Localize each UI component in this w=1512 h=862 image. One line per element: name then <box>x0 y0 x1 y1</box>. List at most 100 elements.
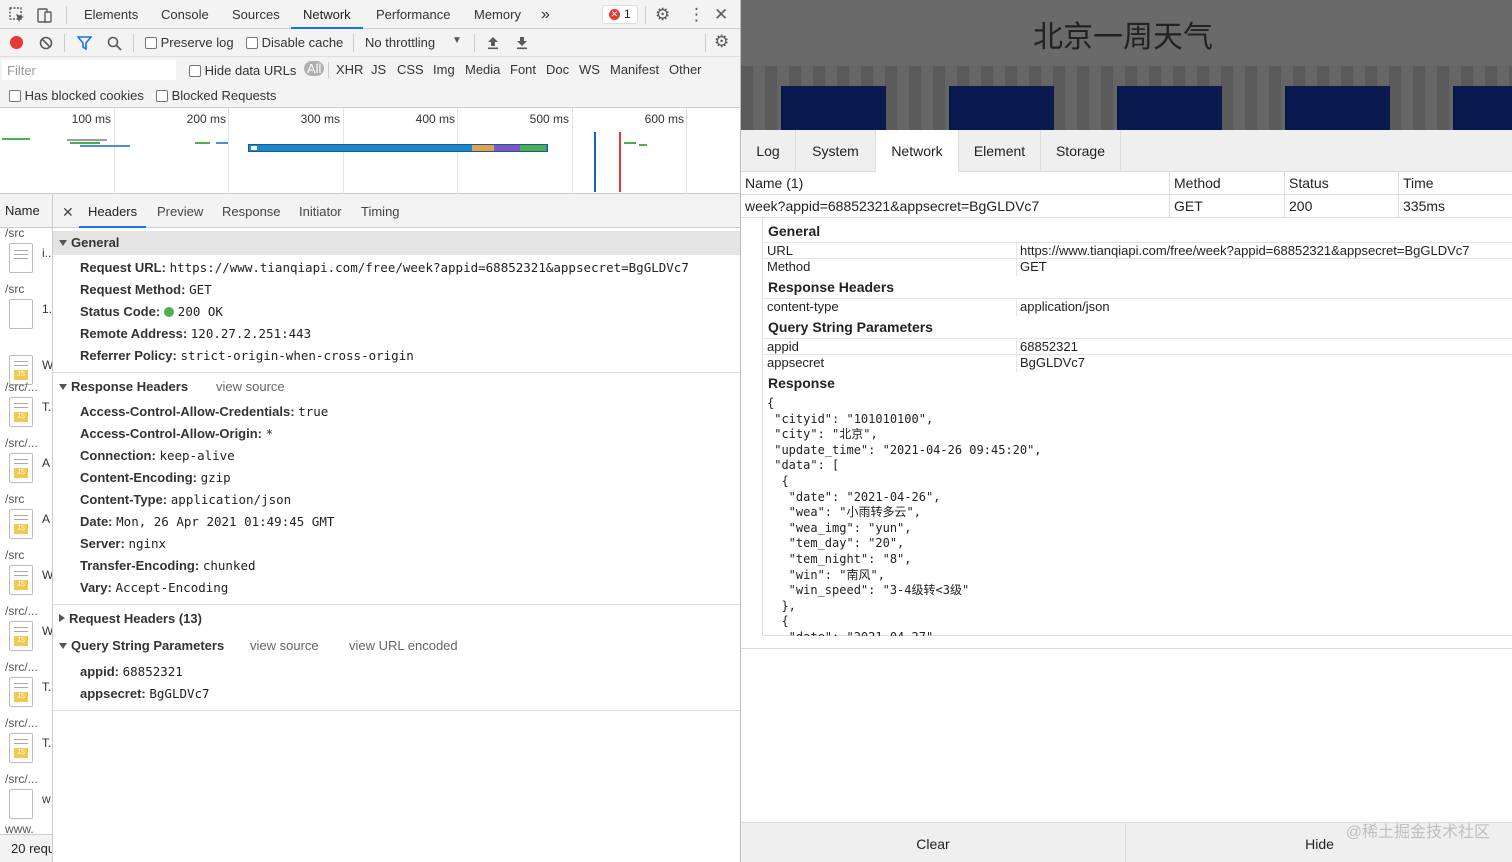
inspect-element-icon[interactable] <box>8 6 26 24</box>
view-source-link[interactable]: view source <box>216 375 285 399</box>
tab-initiator[interactable]: Initiator <box>299 194 342 228</box>
has-blocked-cookies-checkbox[interactable]: Has blocked cookies <box>9 88 144 103</box>
tab-elements[interactable]: Elements <box>84 0 138 29</box>
request-row[interactable]: /src JS A <box>0 492 52 548</box>
tab-sources[interactable]: Sources <box>232 0 280 29</box>
filter-type-other[interactable]: Other <box>669 62 702 77</box>
tab-network[interactable]: Network <box>291 0 363 29</box>
request-headers-section-header[interactable]: Request Headers (13) <box>53 607 740 631</box>
request-row[interactable]: /src/... w <box>0 772 52 828</box>
request-name: T. <box>42 680 52 694</box>
weather-day-card[interactable] <box>781 86 886 130</box>
general-section-header[interactable]: General <box>53 231 740 255</box>
filter-type-img[interactable]: Img <box>433 62 455 77</box>
vconsole-tab-system[interactable]: System <box>796 130 876 172</box>
filter-type-doc[interactable]: Doc <box>546 62 569 77</box>
response-section-title: Response <box>768 375 835 391</box>
filter-type-css[interactable]: CSS <box>397 62 424 77</box>
search-icon[interactable] <box>107 36 122 54</box>
detail-value: https://www.tianqiapi.com/free/week?appi… <box>1020 243 1470 258</box>
filter-type-font[interactable]: Font <box>510 62 536 77</box>
more-options-icon[interactable]: ⋮ <box>688 6 706 24</box>
js-file-icon: JS <box>9 565 33 595</box>
js-file-icon: JS <box>9 733 33 763</box>
blocked-requests-checkbox[interactable]: Blocked Requests <box>156 88 276 103</box>
tab-console[interactable]: Console <box>161 0 209 29</box>
detail-value: 68852321 <box>1020 339 1078 354</box>
request-row[interactable]: /src/... JS A <box>0 436 52 492</box>
expanded-triangle-icon <box>59 384 67 390</box>
filter-icon[interactable] <box>76 36 93 53</box>
response-header-row: Vary: Accept-Encoding <box>80 580 228 595</box>
column-header-name: Name (1) <box>745 175 804 191</box>
request-row[interactable]: /src i... <box>0 226 52 282</box>
js-file-icon: JS <box>9 509 33 539</box>
vconsole-tab-network[interactable]: Network <box>876 130 959 172</box>
weather-day-card[interactable] <box>1285 86 1390 130</box>
chevron-down-icon[interactable]: ▼ <box>452 35 462 46</box>
query-params-section-header[interactable]: Query String Parameters view source view U… <box>53 634 740 658</box>
close-devtools-icon[interactable]: ✕ <box>714 6 732 24</box>
tab-preview[interactable]: Preview <box>157 194 203 228</box>
network-settings-gear-icon[interactable]: ⚙ <box>714 32 729 52</box>
tab-timing[interactable]: Timing <box>361 194 400 228</box>
request-row[interactable]: /src/... JS W <box>0 604 52 660</box>
more-tabs-button[interactable]: » <box>541 0 550 29</box>
header-key: Access-Control-Allow-Origin: <box>80 426 263 441</box>
settings-gear-icon[interactable]: ⚙ <box>655 6 673 24</box>
tab-headers[interactable]: Headers <box>79 194 147 228</box>
response-headers-section-header[interactable]: Response Headers view source <box>53 375 740 399</box>
timeline-tick: 300 ms <box>300 112 340 126</box>
filter-type-ws[interactable]: WS <box>579 62 600 77</box>
disable-cache-checkbox[interactable]: Disable cache <box>246 35 343 50</box>
view-url-encoded-link[interactable]: view URL encoded <box>349 634 458 658</box>
tab-performance[interactable]: Performance <box>376 0 450 29</box>
weather-day-card[interactable] <box>1117 86 1222 130</box>
response-body[interactable]: { "cityid": "101010100", "city": "北京", "… <box>767 396 1507 636</box>
table-header-row: Name (1) Method Status Time <box>741 172 1512 195</box>
record-icon[interactable] <box>10 36 23 49</box>
remote-address-row: Remote Address: 120.27.2.251:443 <box>80 326 311 341</box>
tab-response[interactable]: Response <box>222 194 281 228</box>
filter-type-js[interactable]: JS <box>371 62 386 77</box>
clear-button[interactable]: Clear <box>741 823 1126 862</box>
status-code-value: 200 OK <box>177 304 223 319</box>
filter-type-all[interactable]: All <box>304 61 325 76</box>
request-row[interactable]: /src 1. <box>0 282 52 338</box>
weather-day-card[interactable] <box>1453 86 1512 130</box>
close-details-icon[interactable]: ✕ <box>62 194 74 228</box>
throttling-select[interactable]: No throttling <box>365 35 435 50</box>
request-row[interactable]: /src/... JS T. <box>0 380 52 436</box>
export-har-icon[interactable] <box>515 35 529 53</box>
table-row[interactable]: week?appid=68852321&appsecret=BgGLDVc7 G… <box>741 195 1512 218</box>
weather-day-card[interactable] <box>949 86 1054 130</box>
device-toolbar-icon[interactable] <box>36 6 54 24</box>
header-value: * <box>265 426 274 441</box>
filter-type-manifest[interactable]: Manifest <box>610 62 659 77</box>
request-row[interactable]: /src/... JS T. <box>0 716 52 772</box>
header-value: true <box>298 404 329 419</box>
request-path: /src/... <box>5 436 38 450</box>
request-row[interactable]: /src JS W <box>0 548 52 604</box>
clear-log-icon[interactable] <box>39 36 53 53</box>
filter-type-media[interactable]: Media <box>465 62 500 77</box>
vconsole-tab-storage[interactable]: Storage <box>1041 130 1121 172</box>
vconsole-tab-element[interactable]: Element <box>959 130 1041 172</box>
query-params-section-title: Query String Parameters <box>768 319 933 335</box>
request-path: /src <box>5 226 25 240</box>
view-source-link[interactable]: view source <box>250 634 319 658</box>
import-har-icon[interactable] <box>486 35 500 53</box>
header-value: nginx <box>128 536 167 551</box>
name-column-header[interactable]: Name <box>0 194 52 228</box>
filter-input[interactable]: Filter <box>2 60 176 80</box>
network-timeline-overview[interactable]: 100 ms 200 ms 300 ms 400 ms 500 ms 600 m… <box>0 108 740 194</box>
request-row[interactable]: /src/... JS T. <box>0 660 52 716</box>
hide-data-urls-checkbox[interactable]: Hide data URLs <box>189 63 296 78</box>
filter-type-xhr[interactable]: XHR <box>336 62 363 77</box>
vconsole-tab-log[interactable]: Log <box>741 130 796 172</box>
preserve-log-checkbox[interactable]: Preserve log <box>145 35 234 50</box>
tab-memory[interactable]: Memory <box>474 0 521 29</box>
error-count-badge[interactable]: ✕ 1 <box>602 5 638 24</box>
request-path: /src <box>5 548 25 562</box>
blank-file-icon <box>9 789 33 819</box>
